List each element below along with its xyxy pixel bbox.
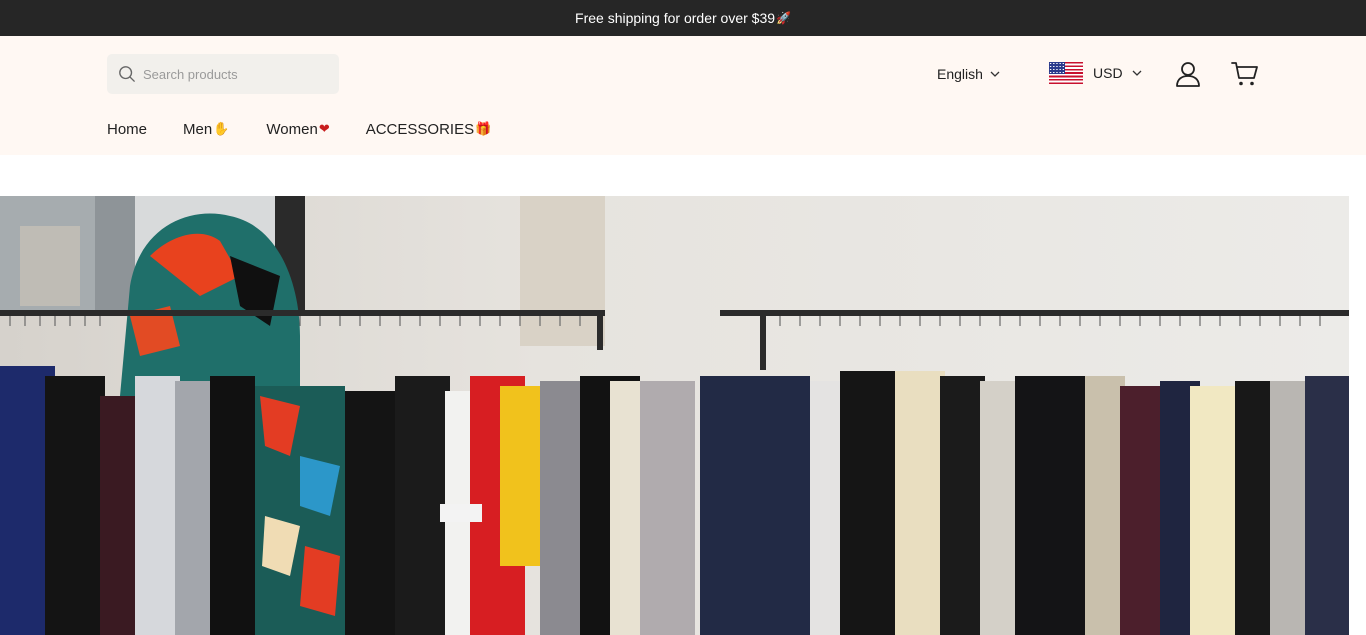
main-nav: Home Men ✋ Women ❤ ACCESSORIES 🎁 [107, 118, 491, 140]
clothing-racks-photo [0, 196, 1349, 635]
rocket-icon: 🚀 [776, 11, 791, 25]
announcement-text: Free shipping for order over $39 [575, 10, 776, 26]
currency-label: USD [1093, 65, 1123, 81]
page-scrollbar[interactable] [1349, 155, 1366, 635]
cart-icon [1231, 62, 1258, 86]
site-header: English USD Home Men ✋ Wo [0, 36, 1366, 155]
nav-item-home[interactable]: Home [107, 121, 147, 138]
chevron-down-icon [1132, 70, 1142, 76]
nav-item-label: ACCESSORIES [365, 120, 475, 138]
search-input[interactable] [143, 66, 323, 82]
nav-item-accessories[interactable]: ACCESSORIES 🎁 [366, 121, 492, 138]
gift-icon: 🎁 [475, 121, 492, 136]
language-selector[interactable]: English [937, 64, 1000, 84]
currency-selector[interactable]: USD [1049, 62, 1142, 84]
nav-item-women[interactable]: Women ❤ [266, 121, 329, 138]
nav-item-label: Home [107, 120, 148, 138]
language-label: English [937, 66, 983, 82]
hand-icon: ✋ [213, 121, 230, 136]
cart-button[interactable] [1231, 61, 1259, 87]
nav-item-label: Women [266, 120, 318, 138]
nav-item-label: Men [183, 120, 213, 138]
heart-icon: ❤ [318, 121, 330, 136]
search-box[interactable] [107, 54, 339, 94]
user-icon [1176, 62, 1200, 87]
announcement-bar: Free shipping for order over $39 🚀 [0, 0, 1366, 36]
us-flag-icon [1049, 62, 1083, 84]
hero-banner[interactable] [0, 196, 1349, 635]
nav-item-men[interactable]: Men ✋ [183, 121, 229, 138]
account-button[interactable] [1175, 61, 1201, 87]
search-icon [119, 66, 135, 82]
chevron-down-icon [990, 71, 1000, 77]
